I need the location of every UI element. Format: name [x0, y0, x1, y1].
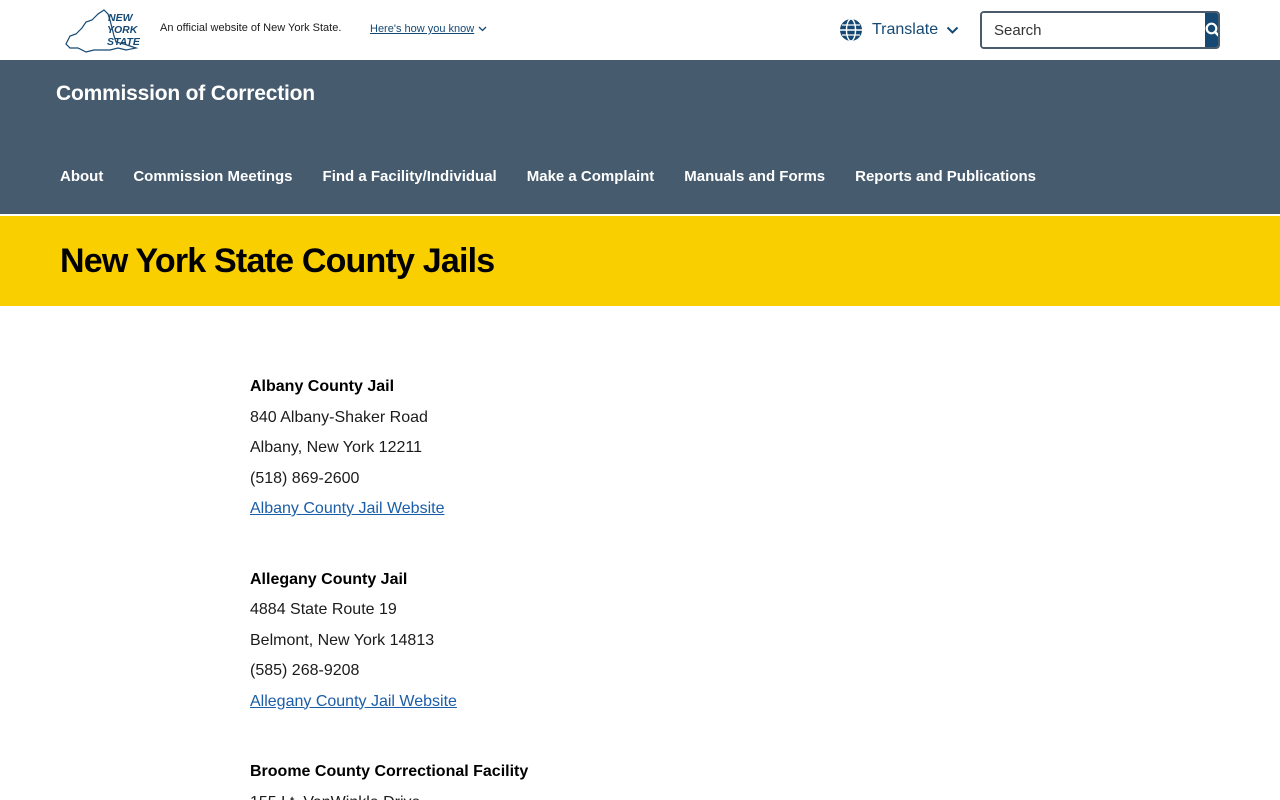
- logo-text-state: STATE: [107, 36, 141, 48]
- title-band: New York State County Jails: [0, 216, 1280, 306]
- official-website-text: An official website of New York State.: [160, 22, 342, 34]
- nav-item-about[interactable]: About: [45, 162, 118, 191]
- nav-item-reports-publications[interactable]: Reports and Publications: [840, 162, 1051, 191]
- facility-website-link[interactable]: Albany County Jail Website: [250, 494, 444, 525]
- nav-item-manuals-forms[interactable]: Manuals and Forms: [669, 162, 840, 191]
- facility-name: Allegany County Jail: [250, 570, 408, 588]
- facility-phone: (585) 268-9208: [250, 662, 360, 679]
- facility-address-line2: Belmont, New York 14813: [250, 631, 435, 649]
- facility-name: Broome County Correctional Facility: [250, 763, 529, 780]
- page-title: New York State County Jails: [60, 242, 495, 280]
- globe-icon: [840, 18, 862, 42]
- facility-phone: (518) 869-2600: [250, 469, 360, 487]
- search-box: [980, 11, 1220, 49]
- main-nav: About Commission Meetings Find a Facilit…: [45, 162, 1051, 191]
- facility-entry: Albany County Jail 840 Albany-Shaker Roa…: [250, 372, 1280, 525]
- facility-address-line1: 840 Albany-Shaker Road: [250, 408, 428, 426]
- search-button[interactable]: [1205, 13, 1218, 47]
- utility-bar: NEW YORK STATE An official website of Ne…: [0, 0, 1280, 60]
- nys-logo[interactable]: NEW YORK STATE: [64, 6, 142, 54]
- nav-item-commission-meetings[interactable]: Commission Meetings: [118, 162, 307, 191]
- facility-entry: Allegany County Jail 4884 State Route 19…: [250, 565, 1280, 718]
- logo-text-new: NEW: [108, 12, 134, 24]
- facility-address-line1: 4884 State Route 19: [250, 601, 397, 618]
- translate-label: Translate: [872, 21, 939, 38]
- search-icon: [1205, 22, 1218, 37]
- facility-entry: Broome County Correctional Facility 155 …: [250, 757, 1280, 800]
- facility-address-line2: Albany, New York 12211: [250, 439, 422, 456]
- nav-item-find-facility[interactable]: Find a Facility/Individual: [308, 162, 512, 191]
- facility-website-link[interactable]: Allegany County Jail Website: [250, 687, 457, 718]
- how-you-know-label: Here's how you know: [370, 23, 475, 35]
- search-input[interactable]: [982, 13, 1205, 47]
- logo-text-york: YORK: [107, 24, 139, 36]
- facility-address-line1: 155 Lt. VanWinkle Drive: [250, 788, 1280, 800]
- agency-name-link[interactable]: Commission of Correction: [56, 82, 315, 106]
- facility-name: Albany County Jail: [250, 378, 395, 395]
- chevron-down-icon: [946, 26, 959, 34]
- how-you-know-link[interactable]: Here's how you know: [370, 23, 487, 35]
- nav-item-make-complaint[interactable]: Make a Complaint: [512, 162, 670, 191]
- agency-header: Commission of Correction About Commissio…: [0, 60, 1280, 214]
- chevron-down-icon: [478, 26, 487, 32]
- translate-button[interactable]: Translate: [838, 17, 959, 43]
- facility-list: Albany County Jail 840 Albany-Shaker Roa…: [0, 306, 1280, 800]
